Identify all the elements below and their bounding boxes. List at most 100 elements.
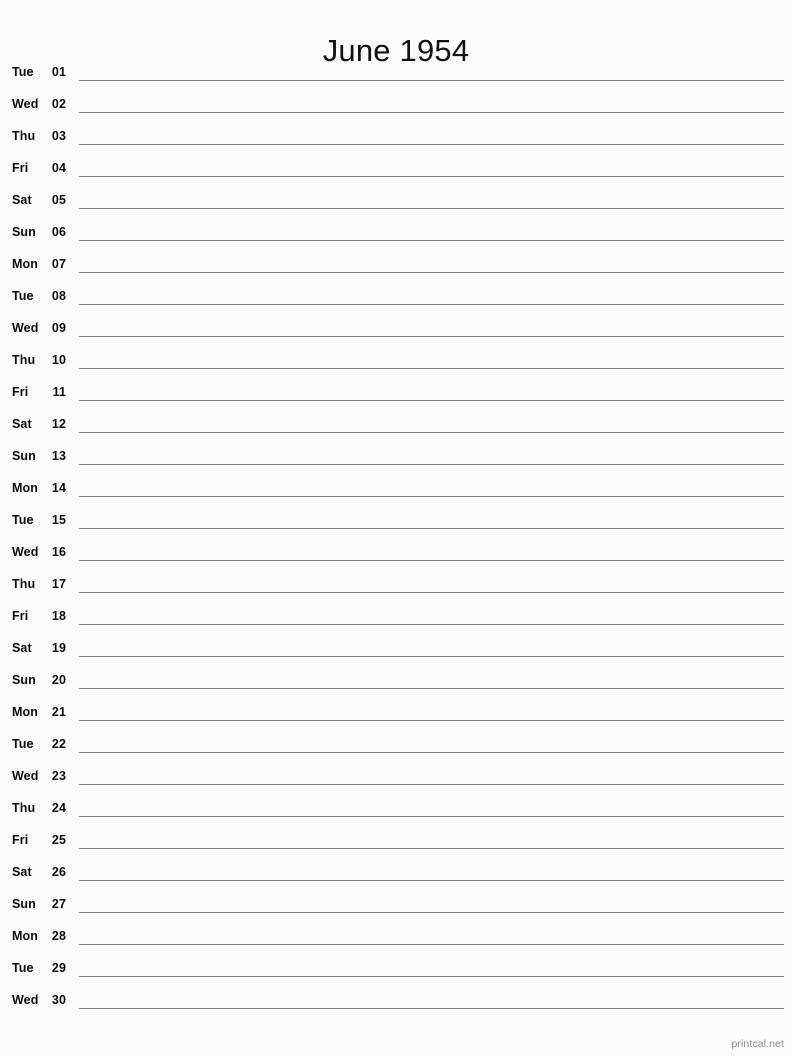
day-row: Wed 16 xyxy=(0,541,792,573)
day-date-number: 11 xyxy=(52,385,66,399)
day-weekday-label: Tue xyxy=(12,289,34,303)
day-weekday-label: Thu xyxy=(12,129,36,143)
day-writing-line[interactable] xyxy=(79,368,784,369)
day-writing-line[interactable] xyxy=(79,688,784,689)
day-writing-line[interactable] xyxy=(79,624,784,625)
day-writing-line[interactable] xyxy=(79,432,784,433)
day-date-number: 06 xyxy=(51,225,66,239)
day-writing-line[interactable] xyxy=(79,80,784,81)
day-weekday-label: Wed xyxy=(12,769,39,783)
day-row: Mon 07 xyxy=(0,253,792,285)
day-writing-line[interactable] xyxy=(79,400,784,401)
day-date-number: 22 xyxy=(51,737,66,751)
day-date-number: 07 xyxy=(51,257,66,271)
day-row: Tue 08 xyxy=(0,285,792,317)
day-date-number: 09 xyxy=(51,321,66,335)
day-weekday-label: Thu xyxy=(12,801,36,815)
day-weekday-label: Wed xyxy=(12,993,39,1007)
day-date-number: 17 xyxy=(51,577,66,591)
day-weekday-label: Tue xyxy=(12,961,34,975)
day-row: Thu 03 xyxy=(0,125,792,157)
day-writing-line[interactable] xyxy=(79,976,784,977)
day-weekday-label: Fri xyxy=(12,833,29,847)
day-row: Wed 30 xyxy=(0,989,792,1021)
day-writing-line[interactable] xyxy=(79,528,784,529)
day-row: Sat 05 xyxy=(0,189,792,221)
day-weekday-label: Mon xyxy=(12,929,38,943)
day-date-number: 28 xyxy=(51,929,66,943)
day-writing-line[interactable] xyxy=(79,272,784,273)
day-weekday-label: Wed xyxy=(12,545,39,559)
day-date-number: 30 xyxy=(51,993,66,1007)
day-row: Mon 28 xyxy=(0,925,792,957)
day-date-number: 24 xyxy=(51,801,66,815)
day-row: Mon 21 xyxy=(0,701,792,733)
day-date-number: 21 xyxy=(51,705,66,719)
day-weekday-label: Wed xyxy=(12,97,39,111)
day-date-number: 18 xyxy=(51,609,66,623)
day-weekday-label: Fri xyxy=(12,609,29,623)
day-weekday-label: Sun xyxy=(12,449,36,463)
day-date-number: 23 xyxy=(51,769,66,783)
day-date-number: 25 xyxy=(51,833,66,847)
day-date-number: 19 xyxy=(51,641,66,655)
day-writing-line[interactable] xyxy=(79,656,784,657)
day-row: Thu 24 xyxy=(0,797,792,829)
day-date-number: 20 xyxy=(51,673,66,687)
day-writing-line[interactable] xyxy=(79,848,784,849)
day-row: Sun 20 xyxy=(0,669,792,701)
day-date-number: 04 xyxy=(51,161,66,175)
day-writing-line[interactable] xyxy=(79,912,784,913)
day-date-number: 29 xyxy=(51,961,66,975)
day-row: Wed 02 xyxy=(0,93,792,125)
day-weekday-label: Sun xyxy=(12,897,36,911)
day-writing-line[interactable] xyxy=(79,784,784,785)
calendar-page: June 1954 Tue 01 Wed 02 Thu 03 Fri 04 Sat 05 Sun 06… xyxy=(0,0,792,1056)
day-weekday-label: Tue xyxy=(12,513,34,527)
day-writing-line[interactable] xyxy=(79,560,784,561)
day-weekday-label: Sat xyxy=(12,641,32,655)
day-writing-line[interactable] xyxy=(79,752,784,753)
day-writing-line[interactable] xyxy=(79,720,784,721)
day-weekday-label: Thu xyxy=(12,577,36,591)
day-writing-line[interactable] xyxy=(79,464,784,465)
day-writing-line[interactable] xyxy=(79,304,784,305)
day-writing-line[interactable] xyxy=(79,144,784,145)
day-weekday-label: Wed xyxy=(12,321,39,335)
day-writing-line[interactable] xyxy=(79,176,784,177)
footer-site-label: printcal.net xyxy=(731,1038,784,1050)
day-writing-line[interactable] xyxy=(79,496,784,497)
day-weekday-label: Tue xyxy=(12,737,34,751)
day-weekday-label: Mon xyxy=(12,705,38,719)
day-weekday-label: Mon xyxy=(12,257,38,271)
day-weekday-label: Mon xyxy=(12,481,38,495)
day-weekday-label: Tue xyxy=(12,65,34,79)
day-date-number: 05 xyxy=(51,193,66,207)
day-writing-line[interactable] xyxy=(79,1008,784,1009)
day-date-number: 02 xyxy=(51,97,66,111)
day-writing-line[interactable] xyxy=(79,880,784,881)
day-row: Mon 14 xyxy=(0,477,792,509)
day-writing-line[interactable] xyxy=(79,208,784,209)
day-writing-line[interactable] xyxy=(79,592,784,593)
day-weekday-label: Fri xyxy=(12,385,29,399)
day-row: Thu 17 xyxy=(0,573,792,605)
day-writing-line[interactable] xyxy=(79,336,784,337)
day-date-number: 01 xyxy=(51,65,66,79)
day-writing-line[interactable] xyxy=(79,816,784,817)
day-date-number: 10 xyxy=(51,353,66,367)
day-row: Tue 29 xyxy=(0,957,792,989)
day-date-number: 27 xyxy=(51,897,66,911)
day-weekday-label: Sat xyxy=(12,417,32,431)
day-row: Fri 25 xyxy=(0,829,792,861)
day-row: Fri 11 xyxy=(0,381,792,413)
day-row: Sun 13 xyxy=(0,445,792,477)
day-writing-line[interactable] xyxy=(79,944,784,945)
day-rows-list: Tue 01 Wed 02 Thu 03 Fri 04 Sat 05 Sun 06 Mon 07 Tue 08… xyxy=(0,61,792,1021)
day-row: Tue 01 xyxy=(0,61,792,93)
day-writing-line[interactable] xyxy=(79,240,784,241)
day-row: Wed 23 xyxy=(0,765,792,797)
day-writing-line[interactable] xyxy=(79,112,784,113)
day-row: Sat 12 xyxy=(0,413,792,445)
day-row: Sun 27 xyxy=(0,893,792,925)
